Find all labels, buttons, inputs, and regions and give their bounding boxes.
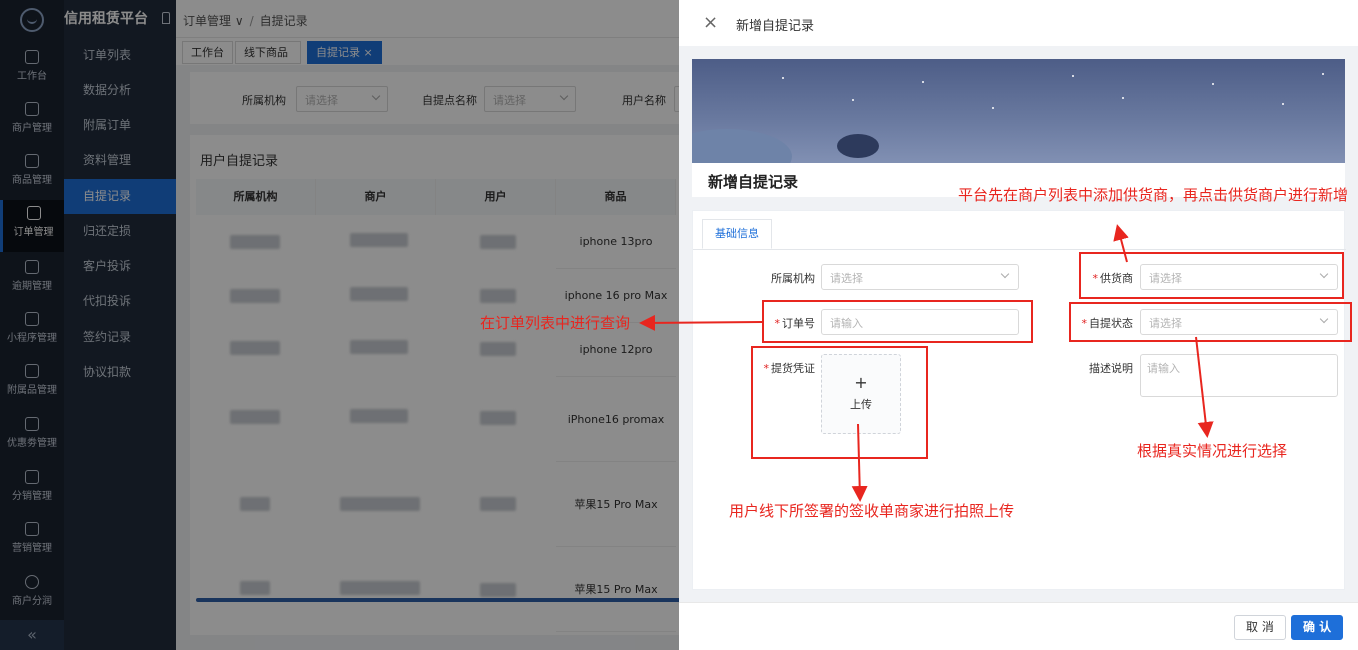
annotation-box-upload (751, 346, 928, 459)
drawer-footer: 取 消 确 认 (679, 602, 1358, 650)
cancel-button[interactable]: 取 消 (1234, 615, 1286, 640)
banner-image (692, 59, 1345, 163)
island-graphic (692, 129, 792, 163)
org-label: 所属机构 (771, 272, 815, 285)
close-icon[interactable]: × (703, 14, 718, 32)
drawer-header: × 新增自提记录 (679, 0, 1358, 46)
tab-divider (693, 249, 1346, 250)
desc-textarea[interactable]: 请输入 (1140, 354, 1338, 397)
confirm-button[interactable]: 确 认 (1291, 615, 1344, 640)
annotation-box-order-no (762, 300, 1033, 343)
chevron-down-icon (1000, 269, 1010, 279)
tab-basic-info[interactable]: 基础信息 (702, 219, 772, 249)
annotation-supplier-note: 平台先在商户列表中添加供货商，再点击供货商户进行新增 (958, 186, 1349, 204)
desc-label: 描述说明 (1089, 362, 1133, 375)
annotation-upload-note: 用户线下所签署的签收单商家进行拍照上传 (729, 502, 1015, 520)
form-heading: 新增自提记录 (708, 173, 799, 191)
drawer-title: 新增自提记录 (736, 19, 815, 34)
org-select[interactable]: 请选择 (821, 264, 1019, 290)
annotation-box-status (1069, 302, 1352, 342)
annotation-order-note: 在订单列表中进行查询 (480, 314, 631, 332)
annotation-status-note: 根据真实情况进行选择 (1137, 442, 1288, 460)
annotation-box-supplier (1079, 252, 1344, 299)
rock-graphic (837, 134, 879, 158)
